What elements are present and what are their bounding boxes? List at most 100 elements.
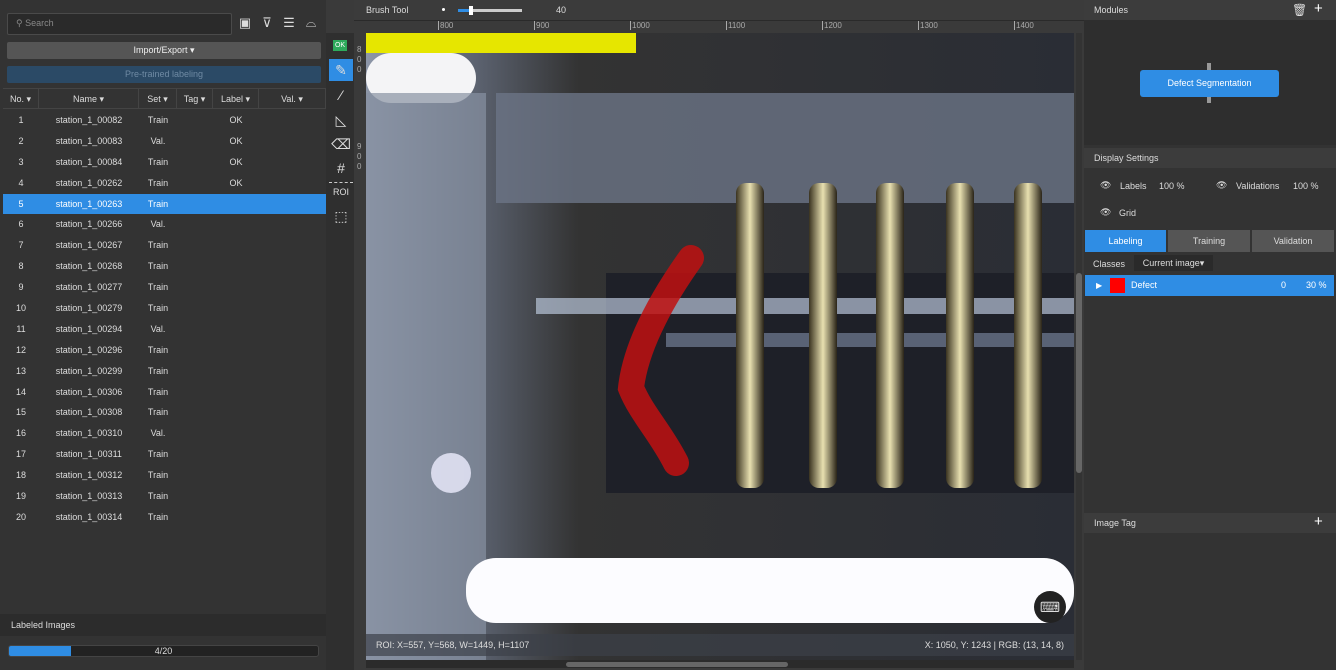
cell	[213, 444, 259, 465]
polygon-icon[interactable]: ◺	[329, 109, 353, 131]
brush-size-slider[interactable]	[458, 6, 522, 15]
col-val[interactable]: Val. ▾	[259, 89, 326, 108]
import-export-button[interactable]: Import/Export ▾	[7, 42, 321, 59]
cell	[213, 319, 259, 340]
table-row[interactable]: 3 station_1_00084 Train OK	[3, 152, 326, 173]
eraser-icon[interactable]: ⌫	[329, 133, 353, 155]
roi-icon[interactable]: ROI	[329, 182, 353, 204]
cell	[213, 465, 259, 486]
cell	[259, 235, 326, 256]
cell: 8	[18, 261, 24, 272]
left-ruler: 800 900	[354, 33, 366, 660]
list-icon[interactable]: ☰	[279, 15, 299, 33]
table-row[interactable]: 18 station_1_00312 Train	[3, 465, 326, 486]
ruler-tick-label: 900	[357, 142, 362, 171]
cell	[213, 256, 259, 277]
cell	[259, 423, 326, 444]
module-node-defect-segmentation[interactable]: Defect Segmentation	[1140, 70, 1279, 97]
table-row[interactable]: 10 station_1_00279 Train	[3, 298, 326, 319]
image-tag-header: Image Tag +	[1084, 513, 1336, 533]
add-module-icon[interactable]: +	[1314, 0, 1323, 19]
cell: 2	[18, 135, 24, 146]
cell	[259, 402, 326, 423]
table-row[interactable]: 4 station_1_00262 Train OK	[3, 173, 326, 194]
image-canvas[interactable]: ⌨	[366, 33, 1074, 660]
magic-wand-icon[interactable]: ⁄	[329, 84, 353, 106]
search-input[interactable]: ⚲ Search	[7, 13, 232, 35]
cell	[177, 340, 213, 361]
tab-validation[interactable]: Validation	[1252, 230, 1334, 252]
vertical-scrollbar[interactable]	[1076, 33, 1082, 660]
col-name[interactable]: Name ▾	[39, 89, 139, 108]
tab-training[interactable]: Training	[1168, 230, 1250, 252]
table-row[interactable]: 6 station_1_00266 Val.	[3, 214, 326, 235]
col-tag[interactable]: Tag ▾	[177, 89, 213, 108]
class-item-defect[interactable]: ▶ Defect 0 30 %	[1085, 275, 1334, 296]
ok-badge[interactable]: OK	[333, 40, 347, 51]
table-row[interactable]: 14 station_1_00306 Train	[3, 382, 326, 403]
class-opacity[interactable]: 30 %	[1306, 275, 1327, 296]
table-row[interactable]: 19 station_1_00313 Train	[3, 486, 326, 507]
table-row[interactable]: 16 station_1_00310 Val.	[3, 423, 326, 444]
labels-opacity[interactable]: 100 %	[1159, 181, 1185, 191]
cell: Train	[147, 198, 169, 209]
validations-toggle-label: Validations	[1236, 181, 1280, 191]
table-row[interactable]: 5 station_1_00263 Train	[3, 193, 326, 215]
brush-icon[interactable]: ✎	[329, 59, 353, 81]
ruler-tick-label: 800	[438, 21, 454, 30]
image-list-panel: ⚲ Search ▣ ⊽ ☰ ⌓ Import/Export ▾ Pre-tra…	[0, 0, 326, 670]
class-filter-dropdown[interactable]: Current image▾	[1134, 255, 1213, 271]
table-row[interactable]: 13 station_1_00299 Train	[3, 361, 326, 382]
col-no[interactable]: No. ▾	[3, 89, 39, 108]
table-row[interactable]: 1 station_1_00082 Train OK	[3, 110, 326, 131]
cell: station_1_00266	[55, 219, 123, 230]
trash-icon[interactable]: 🗑	[1292, 0, 1307, 20]
cell: station_1_00313	[55, 491, 123, 502]
add-tag-icon[interactable]: +	[1314, 512, 1323, 532]
image-settings-icon[interactable]: ▣	[235, 15, 255, 33]
table-row[interactable]: 20 station_1_00314 Train	[3, 507, 326, 528]
cell: Train	[147, 449, 169, 460]
class-name: Defect	[1131, 280, 1158, 290]
cell: 7	[18, 240, 24, 251]
cell: Val.	[150, 219, 166, 230]
filter-icon[interactable]: ⊽	[257, 15, 277, 33]
table-row[interactable]: 7 station_1_00267 Train	[3, 235, 326, 256]
cell	[177, 152, 213, 173]
search-icon: ⚲	[16, 18, 26, 28]
cell	[259, 444, 326, 465]
grid-icon[interactable]: #	[329, 157, 353, 179]
cell: 9	[18, 282, 24, 293]
table-row[interactable]: 12 station_1_00296 Train	[3, 340, 326, 361]
cell: Val.	[150, 428, 166, 439]
table-row[interactable]: 11 station_1_00294 Val.	[3, 319, 326, 340]
keyboard-shortcuts-icon[interactable]: ⌨	[1034, 591, 1066, 623]
pretrained-labeling-button[interactable]: Pre-trained labeling	[7, 66, 321, 83]
validations-opacity[interactable]: 100 %	[1293, 181, 1319, 191]
table-row[interactable]: 2 station_1_00083 Val. OK	[3, 131, 326, 152]
class-color-swatch[interactable]	[1110, 278, 1125, 293]
table-row[interactable]: 15 station_1_00308 Train	[3, 402, 326, 423]
top-ruler: 800 900 1000 1100 1200 1300 1400	[354, 20, 1084, 33]
table-row[interactable]: 8 station_1_00268 Train	[3, 256, 326, 277]
select-region-icon[interactable]: ⬚	[329, 205, 353, 227]
horizontal-scrollbar[interactable]	[366, 660, 1074, 668]
grid-eye-icon[interactable]: 👁	[1100, 207, 1111, 218]
cell	[259, 382, 326, 403]
labeled-progress-text: 4/20	[154, 646, 173, 656]
cell	[177, 235, 213, 256]
cell: OK	[229, 177, 243, 188]
expand-icon[interactable]: ▶	[1096, 275, 1102, 296]
validations-eye-icon[interactable]: 👁	[1216, 180, 1227, 191]
cell	[259, 152, 326, 173]
labels-eye-icon[interactable]: 👁	[1100, 180, 1111, 191]
col-label[interactable]: Label ▾	[213, 89, 259, 108]
table-row[interactable]: 9 station_1_00277 Train	[3, 277, 326, 298]
col-set[interactable]: Set ▾	[139, 89, 177, 108]
table-row[interactable]: 17 station_1_00311 Train	[3, 444, 326, 465]
split-view-icon[interactable]: ⌓	[301, 15, 321, 33]
tab-labeling[interactable]: Labeling	[1085, 230, 1166, 252]
cell: Train	[147, 407, 169, 418]
cell: station_1_00296	[55, 344, 123, 355]
ruler-tick-label: 800	[357, 45, 362, 74]
